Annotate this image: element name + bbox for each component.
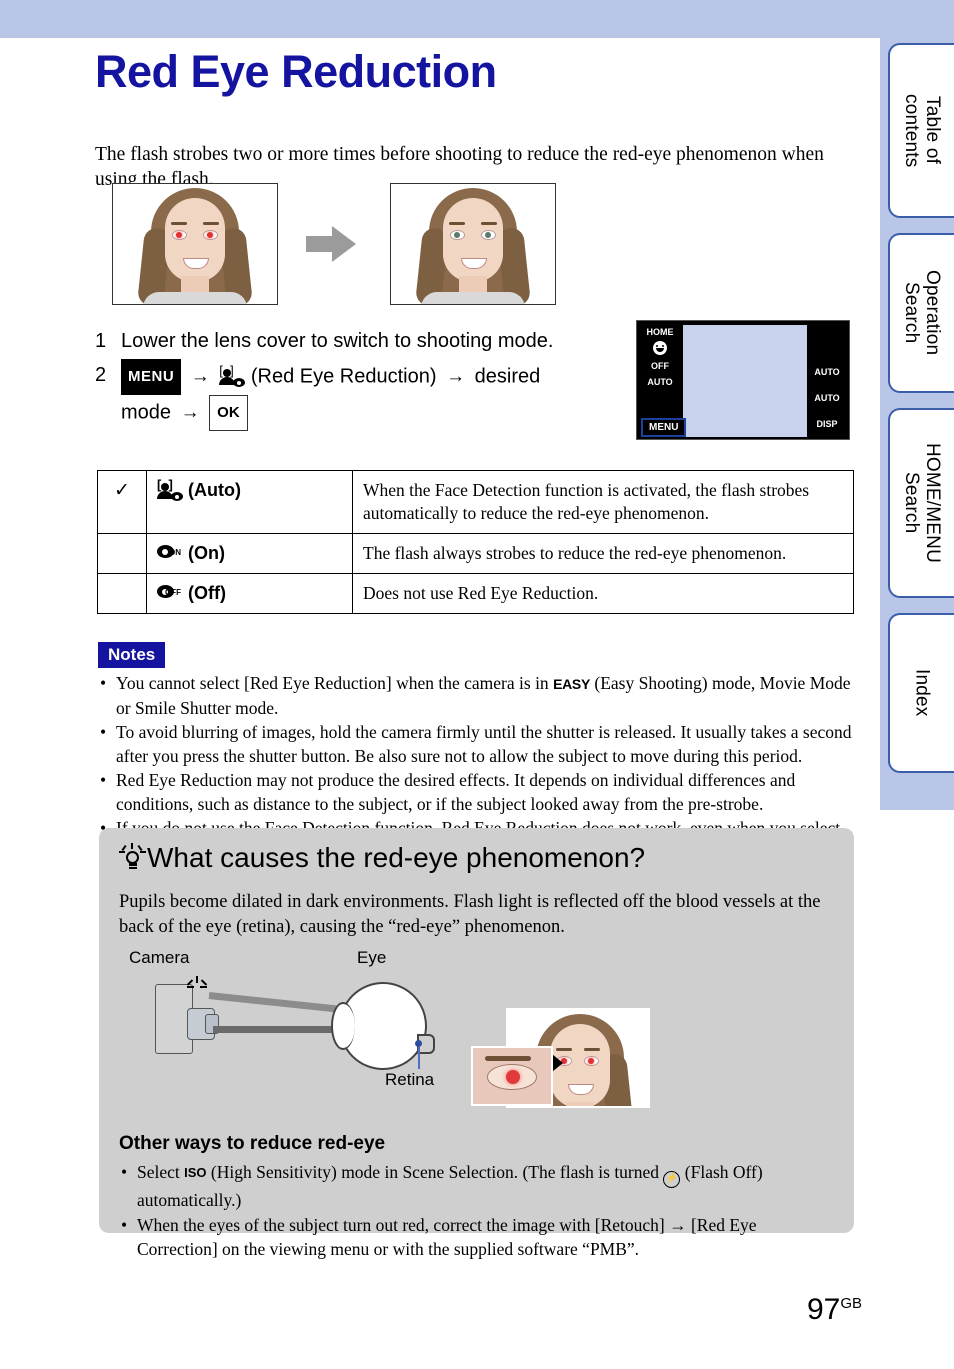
step-mode-label: mode: [121, 401, 172, 424]
option-description: Does not use Red Eye Reduction.: [352, 573, 854, 614]
flash-burst-icon: [186, 976, 208, 996]
red-eye-reduction-icon: [ ]: [219, 364, 246, 387]
photo-red-eye-closeup: [471, 1046, 553, 1106]
lcd-flash-value[interactable]: AUTO: [805, 367, 849, 377]
arrow-right-icon: [306, 224, 362, 264]
menu-button-icon[interactable]: MENU: [121, 359, 182, 395]
high-sensitivity-iso-icon: ISO: [184, 1165, 207, 1180]
option-name-auto: [ ] (Auto): [146, 470, 353, 534]
table-row: ✓ [ ] (Auto) When the Face Detection fun…: [97, 470, 854, 534]
list-item: When the eyes of the subject turn out re…: [119, 1213, 834, 1261]
lcd-home-button[interactable]: HOME: [637, 327, 683, 337]
retina-leader-line: [418, 1047, 420, 1069]
step-desired-label: desired: [474, 365, 541, 388]
flash-off-icon: ⚡: [663, 1171, 681, 1188]
default-checkmark: ✓: [97, 470, 147, 534]
table-row: OFF (Off) Does not use Red Eye Reduction…: [97, 573, 854, 614]
option-description: The flash always strobes to reduce the r…: [352, 533, 854, 574]
smile-shutter-icon[interactable]: [653, 341, 667, 355]
before-after-illustration: [112, 183, 556, 305]
arrow-right-icon: →: [190, 366, 210, 387]
photo-before-red-eye: [112, 183, 278, 305]
table-row: ON (On) The flash always strobes to redu…: [97, 533, 854, 574]
page-number-value: 97: [806, 1293, 841, 1326]
tab-label: Table of contents: [901, 93, 943, 168]
lcd-disp-button[interactable]: DISP: [805, 419, 849, 429]
photo-after-corrected: [390, 183, 556, 305]
other-text: Select: [137, 1162, 185, 1182]
tip-box: What causes the red-eye phenomenon? Pupi…: [99, 828, 854, 1259]
tip-heading: What causes the red-eye phenomenon?: [119, 842, 645, 874]
step-text: Lower the lens cover to switch to shooti…: [121, 330, 554, 352]
tab-index[interactable]: Index: [888, 613, 954, 773]
option-label: (On): [188, 543, 225, 563]
page-number-suffix: GB: [840, 1295, 862, 1312]
easy-shooting-icon: EASY: [553, 676, 590, 692]
other-ways-heading: Other ways to reduce red-eye: [119, 1133, 386, 1154]
option-name-off: OFF (Off): [146, 573, 353, 614]
step-number: 1: [95, 330, 107, 352]
option-label: (Auto): [188, 480, 241, 500]
retina-point: [415, 1040, 422, 1047]
list-item: To avoid blurring of images, hold the ca…: [98, 721, 853, 768]
cornea-shape: [331, 1002, 355, 1050]
red-eye-on-icon: ON: [157, 545, 181, 561]
step-number: 2: [95, 364, 107, 386]
default-checkmark: [97, 533, 147, 574]
ok-button-icon[interactable]: OK: [209, 395, 248, 431]
list-item: Select ISO (High Sensitivity) mode in Sc…: [119, 1160, 834, 1212]
lcd-selftimer-value[interactable]: OFF: [637, 361, 683, 371]
other-text: (High Sensitivity) mode in Scene Selecti…: [206, 1162, 664, 1182]
page-content: Red Eye Reduction The flash strobes two …: [0, 38, 880, 1369]
diagram-retina-label: Retina: [385, 1070, 435, 1089]
step-icon-label: (Red Eye Reduction): [250, 365, 437, 388]
note-text: You cannot select [Red Eye Reduction] wh…: [116, 673, 554, 693]
other-text: When the eyes of the subject turn out re…: [137, 1215, 757, 1259]
tab-home-menu-search[interactable]: HOME/MENU Search: [888, 408, 954, 598]
arrow-right-icon: →: [180, 402, 200, 423]
page-number: 97GB: [807, 1293, 862, 1327]
lcd-left-controls: HOME OFF AUTO MENU: [637, 321, 687, 441]
step-2: 2 MENU → [ ] (Red Eye Reduction) → desir…: [95, 359, 635, 431]
lcd-live-view: [683, 325, 807, 437]
red-eye-auto-icon: [ ]: [157, 478, 183, 502]
list-item: Red Eye Reduction may not produce the de…: [98, 769, 853, 816]
page-title: Red Eye Reduction: [95, 46, 497, 97]
tab-table-of-contents[interactable]: Table of contents: [888, 43, 954, 218]
tab-label: Operation Search: [901, 270, 943, 356]
tab-label: HOME/MENU Search: [901, 442, 943, 564]
option-name-on: ON (On): [146, 533, 353, 574]
page-header-band: [0, 0, 954, 38]
lightbulb-icon: [119, 843, 146, 871]
options-table: ✓ [ ] (Auto) When the Face Detection fun…: [97, 470, 854, 614]
option-label: (Off): [188, 583, 226, 603]
tab-operation-search[interactable]: Operation Search: [888, 233, 954, 393]
option-description: When the Face Detection function is acti…: [352, 470, 854, 534]
camera-lcd-preview: HOME OFF AUTO MENU AUTO AUTO DISP: [636, 320, 850, 440]
procedure-steps: 1 Lower the lens cover to switch to shoo…: [95, 325, 635, 433]
lcd-focus-value[interactable]: AUTO: [637, 377, 683, 387]
side-tab-rail: Table of contents Operation Search HOME/…: [880, 0, 954, 810]
default-checkmark: [97, 573, 147, 614]
note-text: To avoid blurring of images, hold the ca…: [116, 722, 852, 766]
tab-label: Index: [911, 669, 933, 717]
list-item: You cannot select [Red Eye Reduction] wh…: [98, 672, 853, 720]
diagram-eye-label: Eye: [357, 948, 387, 967]
red-eye-off-icon: OFF: [157, 585, 181, 601]
tip-body-text: Pupils become dilated in dark environmen…: [119, 892, 821, 937]
lcd-right-controls: AUTO AUTO DISP: [805, 321, 849, 441]
step-1: 1 Lower the lens cover to switch to shoo…: [95, 325, 635, 357]
arrow-right-icon: →: [446, 366, 466, 387]
diagram-camera-label: Camera: [129, 948, 190, 967]
other-ways-list: Select ISO (High Sensitivity) mode in Sc…: [119, 1160, 834, 1262]
notes-badge: Notes: [98, 642, 166, 668]
note-text: Red Eye Reduction may not produce the de…: [116, 770, 796, 814]
lcd-menu-button[interactable]: MENU: [641, 418, 687, 437]
tip-heading-text: What causes the red-eye phenomenon?: [147, 842, 646, 873]
lcd-macro-value[interactable]: AUTO: [805, 393, 849, 403]
